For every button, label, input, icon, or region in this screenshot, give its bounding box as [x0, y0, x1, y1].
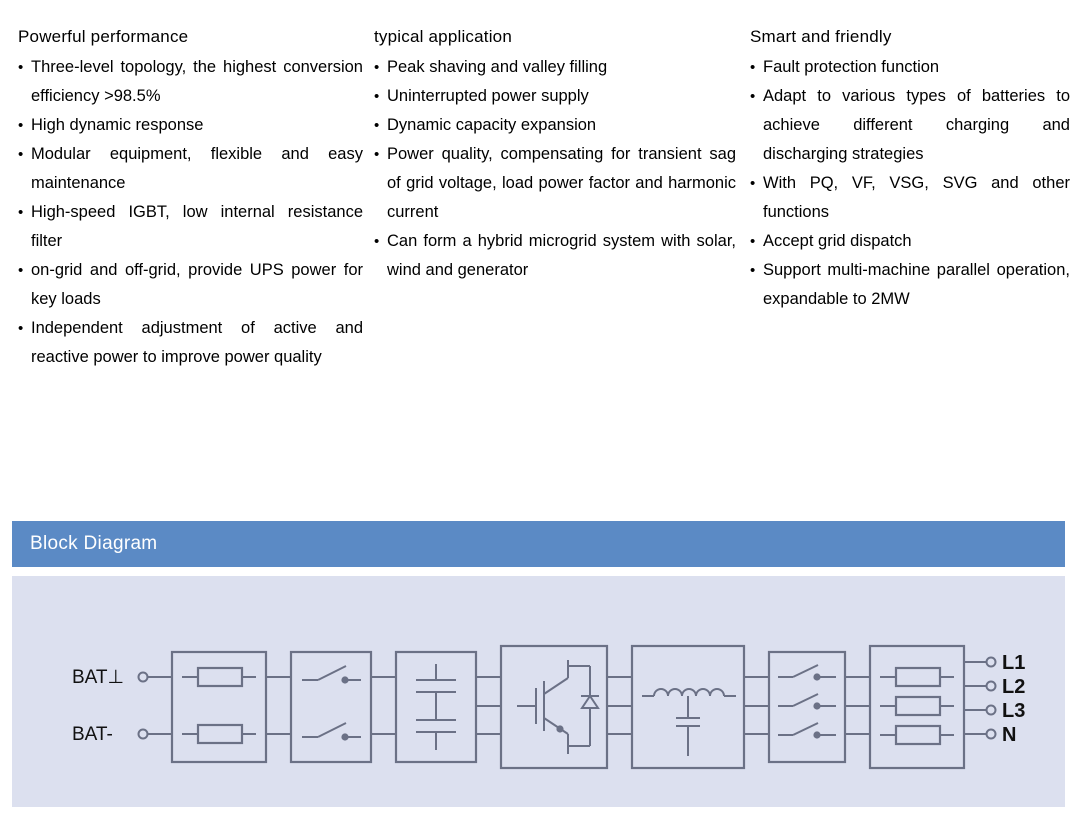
dc-capacitor-block — [394, 650, 478, 764]
feature-list: Peak shaving and valley filling Uninterr… — [374, 53, 736, 285]
igbt-inverter-block — [499, 644, 609, 770]
list-item: Can form a hybrid microgrid system with … — [374, 227, 736, 285]
list-item-text: on-grid and off-grid, provide UPS power … — [31, 261, 363, 308]
output-terminal-node-n — [985, 728, 997, 740]
list-item-text: Uninterrupted power supply — [387, 87, 589, 105]
list-item: Uninterrupted power supply — [374, 82, 736, 111]
dc-switch-block — [289, 650, 373, 764]
list-item-text: Independent adjustment of active and rea… — [31, 319, 363, 366]
list-item-text: Support multi-machine parallel operation… — [763, 261, 1070, 308]
output-terminal-label-l2: L2 — [1002, 676, 1025, 698]
list-item: Three-level topology, the highest conver… — [18, 53, 363, 111]
list-item: Dynamic capacity expansion — [374, 111, 736, 140]
feature-column-smart-and-friendly: Smart and friendly Fault protection func… — [750, 26, 1070, 314]
list-item-text: Can form a hybrid microgrid system with … — [387, 232, 736, 279]
block-diagram-svg: BAT⊥ BAT- L1 L2 L3 N — [72, 644, 1025, 770]
ac-switch-block — [767, 650, 847, 764]
list-item: With PQ, VF, VSG, SVG and other function… — [750, 169, 1070, 227]
list-item-text: Accept grid dispatch — [763, 232, 912, 250]
list-item-text: Dynamic capacity expansion — [387, 116, 597, 134]
page-root: Powerful performance Three-level topolog… — [0, 0, 1080, 837]
block-diagram-header: Block Diagram — [12, 521, 1065, 567]
list-item-text: Power quality, compensating for transien… — [387, 145, 736, 221]
input-terminal-node-1 — [137, 671, 149, 683]
list-item-text: With PQ, VF, VSG, SVG and other function… — [763, 174, 1070, 221]
output-terminal-node-l2 — [985, 680, 997, 692]
input-terminal-label-bat-minus: BAT- — [72, 724, 113, 745]
fuse-icon-5 — [894, 724, 942, 746]
list-item: Fault protection function — [750, 53, 1070, 82]
fuse-icon-4 — [894, 695, 942, 717]
block-diagram-panel: BAT⊥ BAT- L1 L2 L3 N — [12, 576, 1065, 807]
list-item: on-grid and off-grid, provide UPS power … — [18, 256, 363, 314]
feature-list: Fault protection function Adapt to vario… — [750, 53, 1070, 314]
list-item-text: Fault protection function — [763, 58, 940, 76]
block-diagram-title: Block Diagram — [30, 533, 158, 554]
fuse-icon-3 — [894, 666, 942, 688]
input-terminal-node-2 — [137, 728, 149, 740]
list-item: Independent adjustment of active and rea… — [18, 314, 363, 372]
column-title: Powerful performance — [18, 27, 189, 46]
output-terminal-label-n: N — [1002, 724, 1016, 746]
list-item: Support multi-machine parallel operation… — [750, 256, 1070, 314]
dc-fuse-block — [170, 650, 268, 764]
feature-list: Three-level topology, the highest conver… — [18, 53, 363, 372]
feature-columns: Powerful performance Three-level topolog… — [0, 26, 1080, 496]
list-item: Adapt to various types of batteries to a… — [750, 82, 1070, 169]
list-item-text: Modular equipment, flexible and easy mai… — [31, 145, 363, 192]
lc-filter-block — [630, 644, 746, 770]
list-item: Power quality, compensating for transien… — [374, 140, 736, 227]
ac-fuse-block — [868, 644, 966, 770]
list-item-text: Peak shaving and valley filling — [387, 58, 608, 76]
feature-column-powerful-performance: Powerful performance Three-level topolog… — [18, 26, 363, 372]
output-terminal-node-l3 — [985, 704, 997, 716]
list-item: High-speed IGBT, low internal resistance… — [18, 198, 363, 256]
column-title: typical application — [374, 27, 512, 46]
list-item-text: Three-level topology, the highest conver… — [31, 58, 363, 105]
list-item-text: High-speed IGBT, low internal resistance… — [31, 203, 363, 250]
feature-column-typical-application: typical application Peak shaving and val… — [374, 26, 736, 285]
column-title: Smart and friendly — [750, 27, 892, 46]
output-terminal-label-l1: L1 — [1002, 652, 1025, 674]
list-item: Peak shaving and valley filling — [374, 53, 736, 82]
list-item: Modular equipment, flexible and easy mai… — [18, 140, 363, 198]
output-terminal-label-l3: L3 — [1002, 700, 1025, 722]
dc-switch-block-body — [289, 650, 373, 764]
list-item-text: Adapt to various types of batteries to a… — [763, 87, 1070, 163]
fuse-icon-2 — [196, 723, 244, 745]
list-item: Accept grid dispatch — [750, 227, 1070, 256]
input-terminal-label-bat-plus: BAT⊥ — [72, 667, 124, 688]
fuse-icon-1 — [196, 666, 244, 688]
output-terminal-node-l1 — [985, 656, 997, 668]
list-item: High dynamic response — [18, 111, 363, 140]
list-item-text: High dynamic response — [31, 116, 204, 134]
